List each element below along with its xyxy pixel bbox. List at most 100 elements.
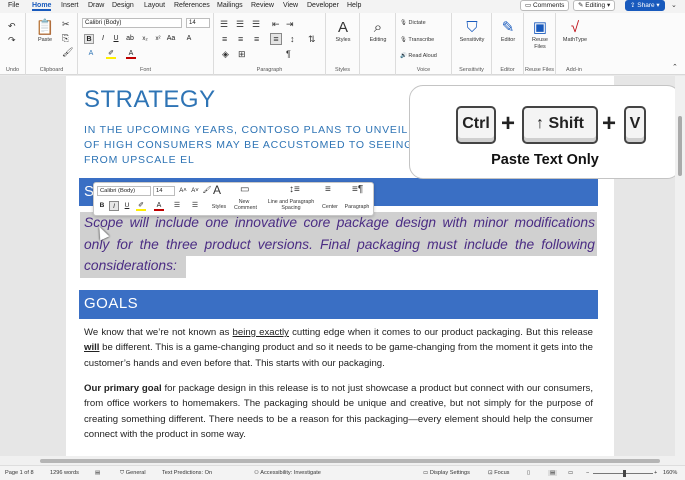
multilevel-list-icon[interactable]: ☰ — [252, 19, 260, 29]
paragraph-settings-icon[interactable]: ≡¶ — [352, 185, 363, 195]
text-effects-icon[interactable]: A — [86, 49, 96, 59]
italic-button[interactable]: I — [98, 34, 108, 44]
mathtype-button[interactable]: √ MathType — [558, 19, 592, 44]
center-icon[interactable]: ≡ — [325, 185, 331, 195]
justify-icon[interactable]: ≡ — [270, 33, 282, 45]
cut-icon[interactable]: ✂ — [62, 19, 70, 29]
sensitivity-button[interactable]: ⛉ Sensitivity — [455, 19, 489, 44]
align-left-icon[interactable]: ≡ — [222, 34, 227, 44]
shading-icon[interactable]: ◈ — [222, 49, 229, 59]
paste-button[interactable]: 📋 Paste — [30, 19, 60, 44]
text-predictions-status[interactable]: Text Predictions: On — [162, 470, 212, 476]
body-paragraph-1[interactable]: We know that we’re not known as being ex… — [84, 325, 593, 371]
show-marks-icon[interactable]: ¶ — [286, 49, 291, 59]
new-comment-icon[interactable]: ▭ — [240, 185, 249, 195]
borders-icon[interactable]: ⊞ — [238, 49, 246, 59]
display-settings-button[interactable]: ▭ Display Settings — [423, 470, 470, 476]
mini-paragraph-button[interactable]: Paragraph — [343, 204, 371, 210]
word-count[interactable]: 1296 words — [50, 470, 79, 476]
line-spacing-icon[interactable]: ↕≡ — [289, 185, 300, 195]
mini-numbering-icon[interactable]: ☰ — [190, 201, 200, 211]
menu-file[interactable]: File — [8, 2, 19, 9]
menu-design[interactable]: Design — [112, 2, 134, 9]
redo-icon[interactable]: ↷ — [8, 35, 16, 45]
mini-font-size-combo[interactable]: 14 — [153, 186, 175, 196]
bullets-icon[interactable]: ☰ — [220, 19, 228, 29]
comments-button[interactable]: ▭ Comments — [520, 0, 570, 11]
share-button[interactable]: ⇪ Share ▾ — [625, 0, 665, 11]
menu-home[interactable]: Home — [32, 2, 52, 11]
font-size-combo[interactable]: 14 — [186, 18, 210, 28]
font-color-icon[interactable]: A — [126, 49, 136, 59]
mini-font-name-combo[interactable]: Calibri (Body) — [97, 186, 151, 196]
collapse-ribbon-icon[interactable]: ⌃ — [672, 63, 678, 73]
decrease-indent-icon[interactable]: ⇤ — [272, 19, 280, 29]
proofing-icon[interactable]: ▤ — [95, 470, 100, 476]
sensitivity-status[interactable]: ⛉ General — [120, 470, 146, 477]
menu-review[interactable]: Review — [251, 2, 274, 9]
mini-shrink-font-icon[interactable]: A˅ — [190, 186, 200, 196]
change-case-icon[interactable]: Aa — [166, 34, 176, 44]
mini-new-comment-button[interactable]: New Comment — [234, 199, 257, 211]
menu-insert[interactable]: Insert — [61, 2, 79, 9]
menu-draw[interactable]: Draw — [88, 2, 104, 9]
vertical-scroll-thumb[interactable] — [678, 116, 682, 176]
horizontal-scrollbar[interactable] — [0, 456, 685, 465]
vertical-scrollbar[interactable] — [675, 76, 685, 456]
editing-mode-button[interactable]: ✎ Editing ▾ — [573, 0, 616, 11]
copy-icon[interactable]: ⎘ — [62, 33, 69, 43]
mini-center-button[interactable]: Center — [321, 204, 339, 210]
clear-formatting-icon[interactable]: A — [184, 34, 194, 44]
strikethrough-button[interactable]: ab — [125, 34, 135, 44]
mini-format-painter-icon[interactable]: 🖌 — [202, 186, 212, 196]
zoom-level[interactable]: 160% — [663, 470, 677, 476]
menu-view[interactable]: View — [283, 2, 298, 9]
horizontal-scroll-thumb[interactable] — [40, 459, 660, 463]
transcribe-button[interactable]: 🎙 Transcribe — [400, 36, 434, 44]
editor-button[interactable]: ✎ Editor — [494, 19, 522, 44]
mini-bold-button[interactable]: B — [97, 201, 107, 211]
zoom-in-icon[interactable]: + — [654, 470, 657, 476]
subscript-button[interactable]: x₂ — [140, 34, 150, 44]
line-spacing-icon[interactable]: ↕ — [290, 34, 295, 44]
sort-icon[interactable]: ⇅ — [308, 34, 316, 44]
menu-mailings[interactable]: Mailings — [217, 2, 243, 9]
body-paragraph-2[interactable]: Our primary goal for package design in t… — [84, 381, 593, 442]
selected-paragraph[interactable]: Scope will include one innovative core p… — [84, 212, 595, 277]
font-name-combo[interactable]: Calibri (Body) — [82, 18, 182, 28]
mini-bullets-icon[interactable]: ☰ — [172, 201, 182, 211]
increase-indent-icon[interactable]: ⇥ — [286, 19, 294, 29]
bold-button[interactable]: B — [84, 34, 94, 44]
format-painter-icon[interactable]: 🖌 — [62, 47, 73, 57]
menu-developer[interactable]: Developer — [307, 2, 339, 9]
editing-button[interactable]: ⌕ Editing — [363, 19, 393, 44]
styles-button[interactable]: A Styles — [328, 19, 358, 44]
align-right-icon[interactable]: ≡ — [254, 34, 259, 44]
read-mode-icon[interactable]: ▯ — [527, 470, 530, 476]
zoom-out-icon[interactable]: − — [586, 470, 589, 476]
undo-icon[interactable]: ↶ — [8, 21, 16, 31]
highlight-icon[interactable]: ✐ — [106, 49, 116, 59]
mini-font-color-icon[interactable]: A — [154, 201, 164, 211]
underline-button[interactable]: U — [111, 34, 121, 44]
align-center-icon[interactable]: ≡ — [238, 34, 243, 44]
reuse-files-button[interactable]: ▣ Reuse Files — [526, 19, 554, 51]
numbering-icon[interactable]: ☰ — [236, 19, 244, 29]
ribbon-options-icon[interactable]: ⌄ — [671, 1, 677, 11]
mini-highlight-icon[interactable]: ✐ — [136, 201, 146, 211]
mini-styles-button[interactable]: Styles — [210, 204, 228, 210]
mini-styles-icon[interactable]: A — [213, 184, 221, 196]
web-layout-icon[interactable]: ▭ — [568, 470, 573, 476]
page-count[interactable]: Page 1 of 8 — [5, 470, 34, 476]
mini-underline-button[interactable]: U — [122, 201, 132, 211]
mini-grow-font-icon[interactable]: A˄ — [178, 186, 188, 196]
read-aloud-button[interactable]: 🔊 Read Aloud — [400, 52, 437, 60]
focus-button[interactable]: ⊡ Focus — [488, 470, 509, 476]
mini-italic-button[interactable]: I — [109, 201, 119, 211]
menu-help[interactable]: Help — [347, 2, 361, 9]
accessibility-status[interactable]: ⚇ Accessibility: Investigate — [254, 470, 321, 476]
zoom-slider-thumb[interactable] — [623, 470, 626, 477]
dictate-button[interactable]: 🎙 Dictate — [400, 19, 426, 27]
superscript-button[interactable]: x² — [153, 34, 163, 44]
mini-line-spacing-button[interactable]: Line and Paragraph Spacing — [264, 199, 318, 211]
